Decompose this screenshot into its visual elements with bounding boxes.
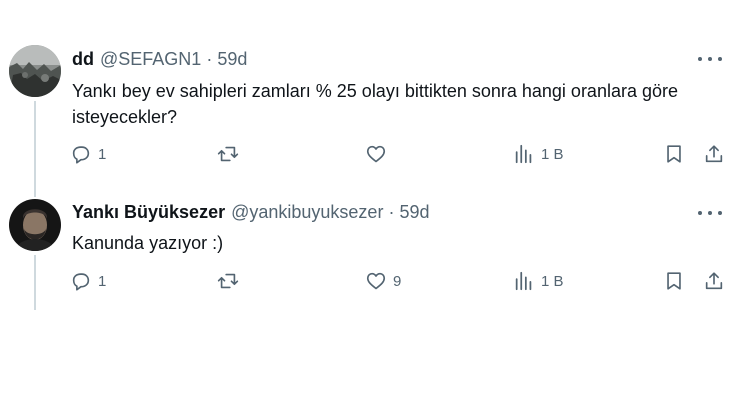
bookmark-icon <box>667 272 681 290</box>
tweet-header: Yankı Büyüksezer @yankibuyuksezer · 59d <box>72 200 429 224</box>
separator-dot: · <box>388 201 395 222</box>
retweet-button[interactable] <box>217 270 245 292</box>
avatar[interactable] <box>9 45 61 97</box>
tweet-text: Kanunda yazıyor :) <box>72 233 224 253</box>
reply-tweet-2[interactable]: Yankı Büyüksezer @yankibuyuksezer · 59d … <box>0 195 730 315</box>
reply-icon <box>72 273 90 291</box>
share-button[interactable] <box>703 143 725 165</box>
retweet-icon <box>217 273 239 289</box>
avatar[interactable] <box>9 199 61 251</box>
more-icon[interactable] <box>698 54 722 64</box>
bookmark-button[interactable] <box>663 143 685 165</box>
author-name[interactable]: Yankı Büyüksezer <box>72 202 225 223</box>
heart-icon <box>366 145 386 163</box>
retweet-icon <box>217 146 239 162</box>
author-name[interactable]: dd <box>72 49 94 70</box>
reply-button[interactable]: 1 <box>70 143 106 165</box>
author-handle[interactable]: @yankibuyuksezer <box>231 202 383 223</box>
views-count: 1 B <box>541 145 564 163</box>
views-icon <box>515 144 532 164</box>
action-bar: 1 1 B <box>70 143 725 169</box>
like-button[interactable]: 9 <box>365 270 401 292</box>
retweet-button[interactable] <box>217 143 245 165</box>
share-button[interactable] <box>703 270 725 292</box>
reply-count: 1 <box>98 272 107 290</box>
more-icon[interactable] <box>698 208 722 218</box>
reply-tweet-1[interactable]: dd @SEFAGN1 · 59d Yankı bey ev sahipleri… <box>0 0 730 200</box>
bookmark-button[interactable] <box>663 270 685 292</box>
author-handle[interactable]: @SEFAGN1 <box>100 49 201 70</box>
views-button[interactable]: 1 B <box>513 143 564 165</box>
tweet-header: dd @SEFAGN1 · 59d <box>72 47 247 71</box>
thread-line <box>34 255 36 310</box>
timestamp[interactable]: 59d <box>399 202 429 223</box>
action-bar: 1 9 1 B <box>70 270 725 296</box>
views-button[interactable]: 1 B <box>513 270 564 292</box>
views-count: 1 B <box>541 272 564 290</box>
tweet-text: Yankı bey ev sahipleri zamları % 25 olay… <box>72 81 678 127</box>
separator-dot: · <box>206 48 213 69</box>
share-icon <box>705 272 723 290</box>
reply-button[interactable]: 1 <box>70 270 106 292</box>
reply-count: 1 <box>98 145 107 163</box>
thread-line <box>34 101 36 197</box>
reply-icon <box>72 146 90 164</box>
like-button[interactable] <box>365 143 393 165</box>
timestamp[interactable]: 59d <box>217 49 247 70</box>
share-icon <box>705 145 723 163</box>
views-icon <box>515 271 532 291</box>
bookmark-icon <box>667 145 681 163</box>
heart-icon <box>366 272 386 290</box>
like-count: 9 <box>393 272 402 290</box>
